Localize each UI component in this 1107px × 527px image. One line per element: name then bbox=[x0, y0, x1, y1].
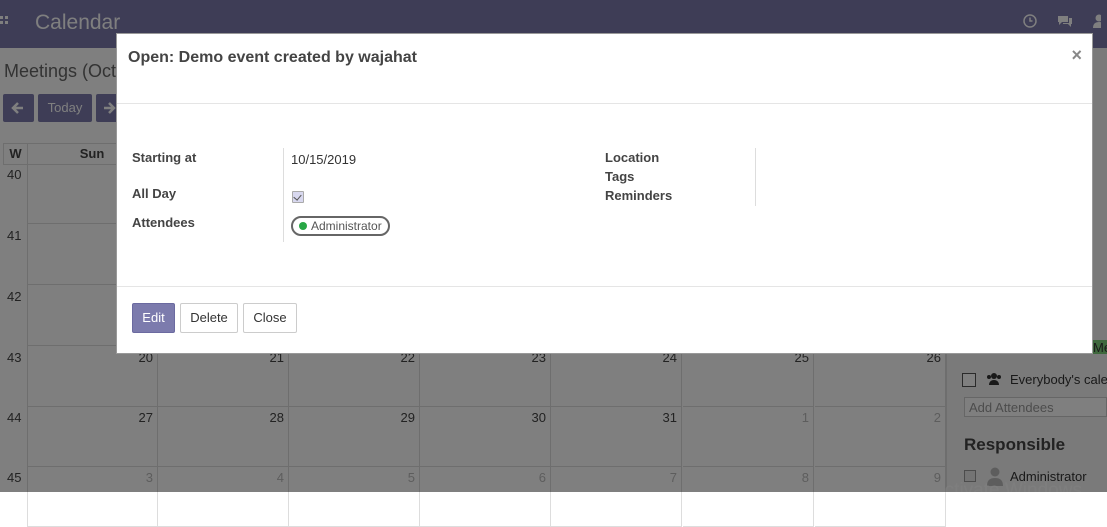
all-day-label: All Day bbox=[132, 186, 177, 201]
starting-at-label: Starting at bbox=[132, 150, 197, 165]
tags-label: Tags bbox=[605, 169, 635, 184]
dialog-title: Open: Demo event created by wajahat bbox=[128, 49, 417, 66]
edit-button[interactable]: Edit bbox=[132, 303, 175, 333]
close-icon[interactable]: × bbox=[1071, 45, 1082, 66]
attendee-tag: Administrator bbox=[291, 216, 390, 236]
all-day-checkbox bbox=[292, 191, 304, 203]
delete-button[interactable]: Delete bbox=[180, 303, 238, 333]
location-label: Location bbox=[605, 150, 660, 165]
reminders-label: Reminders bbox=[605, 188, 673, 203]
event-dialog: Open: Demo event created by wajahat × St… bbox=[116, 33, 1093, 354]
starting-at-value: 10/15/2019 bbox=[291, 152, 357, 167]
attendees-label: Attendees bbox=[132, 215, 195, 230]
close-button[interactable]: Close bbox=[243, 303, 297, 333]
status-dot-icon bbox=[299, 222, 307, 230]
